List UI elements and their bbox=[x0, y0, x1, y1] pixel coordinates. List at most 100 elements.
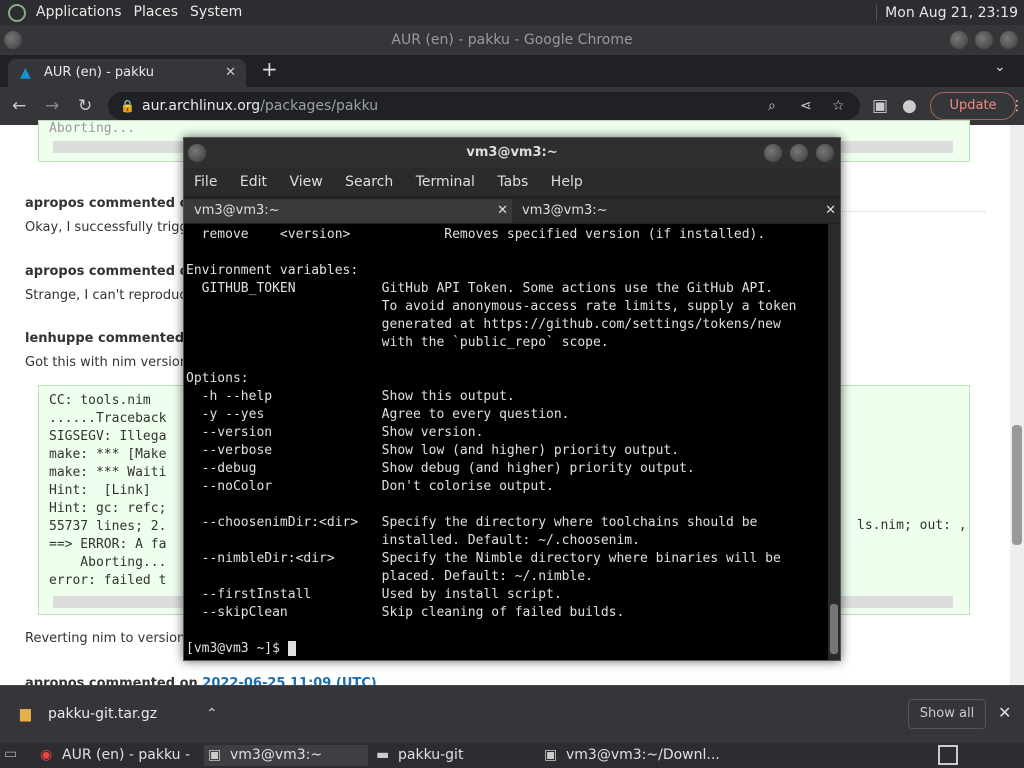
download-item[interactable]: ▆ pakku-git.tar.gz ⌃ bbox=[18, 703, 218, 725]
terminal-tab-close-icon[interactable]: ✕ bbox=[825, 199, 836, 223]
chrome-window-title: AUR (en) - pakku - Google Chrome bbox=[0, 25, 1024, 55]
terminal-line: -y --yes Agree to every question. bbox=[186, 407, 570, 422]
download-filename: pakku-git.tar.gz bbox=[48, 706, 158, 722]
terminal-tabs: vm3@vm3:~ ✕ vm3@vm3:~ ✕ bbox=[184, 196, 840, 224]
tab-search-icon[interactable]: ⌄ bbox=[994, 59, 1006, 75]
show-all-button[interactable]: Show all bbox=[908, 699, 986, 729]
tab-close-icon[interactable]: ✕ bbox=[225, 59, 236, 87]
terminal-menu-button[interactable] bbox=[188, 144, 206, 162]
menu-system[interactable]: System bbox=[184, 0, 248, 25]
menu-view[interactable]: View bbox=[289, 174, 322, 190]
menu-tabs[interactable]: Tabs bbox=[497, 174, 528, 190]
menu-file[interactable]: File bbox=[194, 174, 217, 190]
terminal-tab-close-icon[interactable]: ✕ bbox=[497, 199, 508, 223]
close-window-button[interactable] bbox=[1000, 31, 1018, 49]
task-file-manager[interactable]: ▬ pakku-git bbox=[372, 745, 536, 766]
show-desktop-icon[interactable]: ▭ bbox=[4, 746, 17, 762]
close-downloads-icon[interactable]: ✕ bbox=[998, 703, 1011, 722]
lock-icon[interactable]: 🔒 bbox=[120, 92, 135, 120]
address-bar[interactable]: 🔒 aur.archlinux.org/packages/pakku ⌕ ⋖ ☆ bbox=[108, 92, 860, 120]
terminal-line: installed. Default: ~/.choosenim. bbox=[186, 533, 640, 548]
terminal-line: remove <version> Removes specified versi… bbox=[186, 227, 766, 242]
share-icon[interactable]: ⋖ bbox=[800, 92, 812, 120]
comment-text: Strange, I can't reproduce. bbox=[25, 288, 199, 303]
terminal-tab-2[interactable]: vm3@vm3:~ ✕ bbox=[512, 199, 840, 223]
url-domain: aur.archlinux.org bbox=[142, 98, 261, 114]
chevron-up-icon[interactable]: ⌃ bbox=[206, 703, 218, 725]
zoom-search-icon[interactable]: ⌕ bbox=[768, 92, 776, 120]
terminal-minimize-button[interactable] bbox=[764, 144, 782, 162]
task-terminal[interactable]: ▣ vm3@vm3:~ bbox=[204, 745, 368, 766]
terminal-line: --nimbleDir:<dir> Specify the Nimble dir… bbox=[186, 551, 781, 566]
terminal-line: --skipClean Skip cleaning of failed buil… bbox=[186, 605, 625, 620]
terminal-cursor bbox=[287, 641, 296, 656]
clock[interactable]: Mon Aug 21, 23:19 bbox=[876, 4, 1024, 21]
terminal-scrollbar[interactable] bbox=[828, 224, 840, 660]
terminal-icon: ▣ bbox=[544, 747, 558, 763]
terminal-line: GITHUB_TOKEN GitHub API Token. Some acti… bbox=[186, 281, 773, 296]
back-icon[interactable]: ← bbox=[12, 87, 26, 125]
terminal-tab-1[interactable]: vm3@vm3:~ ✕ bbox=[184, 199, 512, 223]
task-terminal-downloads[interactable]: ▣ vm3@vm3:~/Downl... bbox=[540, 745, 720, 766]
terminal-output[interactable]: remove <version> Removes specified versi… bbox=[184, 224, 828, 660]
file-icon: ▆ bbox=[20, 706, 31, 722]
terminal-line: --debug Show debug (and higher) priority… bbox=[186, 461, 695, 476]
terminal-line: [vm3@vm3 ~]$ bbox=[186, 640, 796, 658]
browser-tab[interactable]: ▲ AUR (en) - pakku ✕ bbox=[8, 59, 246, 87]
terminal-maximize-button[interactable] bbox=[790, 144, 808, 162]
tab-title: AUR (en) - pakku bbox=[44, 65, 155, 80]
chrome-icon: ◉ bbox=[40, 747, 53, 763]
new-tab-icon[interactable]: + bbox=[261, 57, 278, 81]
page-scroll-thumb[interactable] bbox=[1012, 425, 1022, 545]
window-menu-button[interactable] bbox=[4, 31, 22, 49]
bookmark-star-icon[interactable]: ☆ bbox=[832, 92, 845, 120]
downloads-bar: ▆ pakku-git.tar.gz ⌃ Show all ✕ bbox=[0, 685, 1024, 743]
distro-logo-icon[interactable] bbox=[8, 3, 26, 22]
terminal-line: placed. Default: ~/.nimble. bbox=[186, 569, 593, 584]
menu-terminal[interactable]: Terminal bbox=[416, 174, 475, 190]
terminal-line: with the `public_repo` scope. bbox=[186, 335, 609, 350]
code-line: Aborting... bbox=[49, 121, 136, 136]
workspace-switcher-icon[interactable] bbox=[938, 745, 958, 765]
terminal-title: vm3@vm3:~ bbox=[466, 145, 558, 160]
terminal-line: --choosenimDir:<dir> Specify the directo… bbox=[186, 515, 758, 530]
folder-icon: ▬ bbox=[376, 747, 390, 763]
page-scrollbar[interactable] bbox=[1010, 125, 1024, 685]
terminal-titlebar[interactable]: vm3@vm3:~ bbox=[184, 138, 840, 168]
terminal-icon: ▣ bbox=[208, 747, 222, 763]
tab-strip: ▲ AUR (en) - pakku ✕ + ⌄ bbox=[0, 55, 1024, 87]
terminal-line: -h --help Show this output. bbox=[186, 389, 515, 404]
comment-text: Okay, I successfully triggere bbox=[25, 220, 209, 235]
terminal-close-button[interactable] bbox=[816, 144, 834, 162]
terminal-line: --version Show version. bbox=[186, 425, 484, 440]
menu-places[interactable]: Places bbox=[128, 0, 185, 25]
terminal-line: Environment variables: bbox=[186, 263, 359, 278]
minimize-button[interactable] bbox=[950, 31, 968, 49]
terminal-scroll-thumb[interactable] bbox=[830, 604, 838, 654]
window-title-text: AUR (en) - pakku - Google Chrome bbox=[391, 32, 633, 48]
code-line-right: ls.nim; out: , bbox=[857, 518, 967, 533]
terminal-window[interactable]: vm3@vm3:~ File Edit View Search Terminal… bbox=[183, 137, 841, 661]
terminal-line: To avoid anonymous-access rate limits, s… bbox=[186, 299, 797, 314]
menu-help[interactable]: Help bbox=[551, 174, 583, 190]
comment-text: Got this with nim version 1. bbox=[25, 355, 205, 370]
task-chrome[interactable]: ◉AUR (en) - pakku - G... bbox=[36, 745, 200, 766]
taskbar: ▭ ◉AUR (en) - pakku - G... ▣vm3@vm3:~ ▬p… bbox=[0, 743, 1024, 768]
terminal-line: generated at https://github.com/settings… bbox=[186, 317, 781, 332]
menu-edit[interactable]: Edit bbox=[240, 174, 267, 190]
url-path: /packages/pakku bbox=[260, 98, 379, 114]
arch-favicon-icon: ▲ bbox=[20, 65, 31, 81]
menu-applications[interactable]: Applications bbox=[30, 0, 128, 25]
update-button[interactable]: Update bbox=[930, 92, 1016, 120]
maximize-button[interactable] bbox=[975, 31, 993, 49]
top-panel: Applications Places System Mon Aug 21, 2… bbox=[0, 0, 1024, 25]
menu-search[interactable]: Search bbox=[345, 174, 393, 190]
more-menu-icon[interactable]: ⋮ bbox=[1010, 87, 1024, 125]
comment-header: lenhuppe commented on bbox=[25, 331, 207, 346]
comment-text: Reverting nim to version 1. bbox=[25, 631, 202, 646]
terminal-line: --firstInstall Used by install script. bbox=[186, 587, 562, 602]
